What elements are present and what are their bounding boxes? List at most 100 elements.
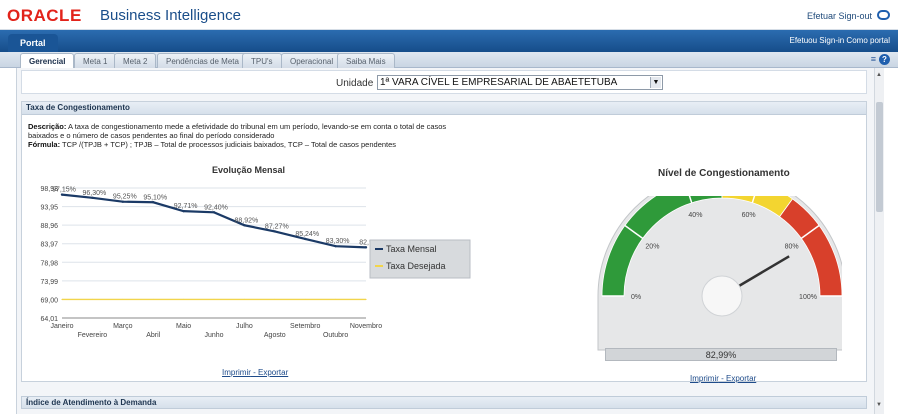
unidade-select[interactable]: 1ª VARA CÍVEL E EMPRESARIAL DE ABAETETUB…	[377, 75, 663, 90]
line-chart-links: Imprimir - Exportar	[222, 368, 288, 377]
data-label: 87,27%	[265, 223, 289, 230]
y-tick-label: 88,96	[40, 223, 58, 230]
gauge-value: 82,99%	[605, 348, 837, 361]
data-point	[91, 196, 94, 199]
gauge-chart: IdealDesejadoCrítico0%20%40%60%80%100%	[597, 196, 842, 351]
data-point	[61, 298, 63, 301]
tab-operacional[interactable]: Operacional	[281, 53, 343, 68]
data-point	[213, 298, 215, 301]
signed-in-label: Efetuou Sign-in Como portal	[789, 36, 891, 45]
section-title: Taxa de Congestionamento	[22, 102, 866, 115]
series-line	[61, 193, 367, 249]
line-chart-title: Evolução Mensal	[212, 165, 286, 175]
gauge-hub	[701, 275, 743, 317]
data-point	[60, 193, 64, 196]
gauge-tick-label: 40%	[688, 212, 702, 219]
data-label: 95,10%	[143, 194, 167, 201]
page-options-icon[interactable]: ≡	[871, 54, 876, 64]
prompt-box: Unidade 1ª VARA CÍVEL E EMPRESARIAL DE A…	[21, 70, 867, 94]
legend-label: Taxa Desejada	[386, 261, 446, 271]
tab-pendencias-de-meta[interactable]: Pendências de Meta	[157, 53, 248, 68]
tab-saiba-mais[interactable]: Saiba Mais	[337, 53, 395, 68]
chevron-down-icon[interactable]: ▼	[650, 77, 661, 88]
app-title: Business Intelligence	[100, 7, 241, 24]
tab-gerencial[interactable]: Gerencial	[20, 53, 75, 68]
desc-text: A taxa de congestionamento mede a efetiv…	[28, 122, 447, 140]
data-point	[365, 298, 367, 301]
tab-tpus[interactable]: TPU's	[242, 53, 282, 68]
print-link[interactable]: Imprimir	[222, 368, 251, 377]
section-title-atendimento: Índice de Atendimento à Demanda	[21, 396, 867, 409]
data-label: 92,40%	[204, 204, 228, 211]
gauge-title: Nível de Congestionamento	[658, 168, 790, 179]
x-tick-label: Novembro	[350, 323, 382, 330]
top-bar: ORACLE Business Intelligence Efetuar Sig…	[0, 0, 898, 30]
data-point	[152, 298, 154, 301]
line-chart: 98,9393,9588,9683,9778,9873,9969,0064,01…	[40, 186, 471, 339]
data-label: 85,24%	[295, 231, 319, 238]
gauge-links: Imprimir - Exportar	[690, 374, 756, 383]
data-point	[304, 298, 306, 301]
desc-label: Descrição:	[28, 122, 67, 131]
help-icon[interactable]: ?	[879, 54, 890, 65]
signout-icon[interactable]	[877, 10, 890, 20]
oracle-logo: ORACLE	[7, 6, 82, 25]
gauge-tick-label: 60%	[742, 212, 756, 219]
data-point	[122, 298, 124, 301]
gauge-tick-label: 80%	[785, 243, 799, 250]
tab-meta-2[interactable]: Meta 2	[114, 53, 157, 68]
data-point	[364, 246, 368, 249]
data-point	[212, 211, 216, 214]
data-point	[274, 298, 276, 301]
x-tick-label: Maio	[176, 323, 191, 330]
congestion-section: Taxa de Congestionamento Descrição: A ta…	[21, 101, 867, 383]
dashboard-content: Unidade 1ª VARA CÍVEL E EMPRESARIAL DE A…	[16, 68, 882, 414]
x-tick-label: Abril	[146, 332, 160, 339]
signout-link[interactable]: Efetuar Sign-out	[807, 11, 872, 21]
y-tick-label: 93,95	[40, 205, 58, 212]
data-point	[121, 200, 125, 203]
y-tick-label: 64,01	[40, 316, 58, 323]
data-point	[273, 230, 276, 233]
y-tick-label: 83,97	[40, 242, 58, 249]
x-tick-label: Março	[113, 323, 133, 330]
data-point	[304, 237, 307, 241]
data-point	[334, 244, 337, 248]
data-label: 88,92%	[235, 217, 259, 224]
x-tick-label: Outubro	[323, 332, 348, 339]
scroll-down-icon[interactable]: ▼	[876, 402, 882, 408]
unidade-label: Unidade	[336, 78, 374, 89]
link-separator: -	[718, 374, 726, 383]
data-point	[152, 201, 155, 204]
formula-text: TCP /(TPJB + TCP) ; TPJB – Total de proc…	[62, 140, 397, 149]
tab-meta-1[interactable]: Meta 1	[74, 53, 117, 68]
export-link[interactable]: Exportar	[726, 374, 756, 383]
data-point	[91, 298, 93, 301]
scroll-thumb[interactable]	[876, 102, 883, 212]
print-link[interactable]: Imprimir	[690, 374, 719, 383]
data-point	[183, 298, 185, 301]
x-tick-label: Agosto	[264, 332, 286, 339]
data-point	[243, 298, 245, 301]
data-point	[243, 224, 246, 227]
x-tick-label: Julho	[236, 323, 253, 330]
x-tick-label: Setembro	[290, 323, 320, 330]
portal-bar: Portal Efetuou Sign-in Como portal	[0, 30, 898, 52]
data-label: 83,30%	[326, 238, 350, 245]
data-point	[182, 209, 185, 213]
y-tick-label: 78,98	[40, 260, 58, 267]
section-description: Descrição: A taxa de congestionamento me…	[28, 122, 468, 149]
line-chart-legend: Taxa Mensal Taxa Desejada	[369, 239, 471, 279]
portal-tab[interactable]: Portal	[8, 34, 58, 52]
vertical-scrollbar[interactable]: ▲ ▼	[874, 68, 884, 414]
gauge-tick-label: 0%	[631, 294, 641, 301]
scroll-up-icon[interactable]: ▲	[876, 72, 882, 78]
unidade-select-value: 1ª VARA CÍVEL E EMPRESARIAL DE ABAETETUB…	[380, 77, 618, 88]
gauge-tick-label: 20%	[645, 243, 659, 250]
formula-label: Fórmula:	[28, 140, 61, 149]
y-tick-label: 73,99	[40, 279, 58, 286]
x-tick-label: Janeiro	[51, 323, 74, 330]
export-link[interactable]: Exportar	[258, 368, 288, 377]
y-tick-label: 69,00	[40, 297, 58, 304]
x-tick-label: Junho	[204, 332, 223, 339]
